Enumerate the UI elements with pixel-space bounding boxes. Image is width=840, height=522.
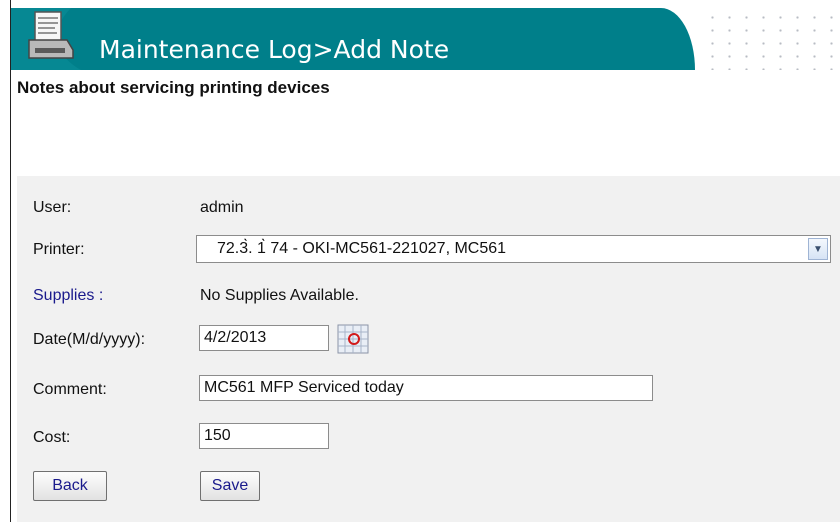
supplies-value: No Supplies Available.: [200, 287, 359, 304]
chevron-down-icon[interactable]: ▼: [808, 238, 828, 260]
user-value: admin: [200, 199, 244, 216]
back-button[interactable]: Back: [33, 471, 107, 501]
comment-input[interactable]: MC561 MFP Serviced today: [199, 375, 653, 401]
date-input[interactable]: 4/2/2013: [199, 325, 329, 351]
decorative-dot-pattern: [700, 8, 840, 70]
user-label: User:: [33, 199, 72, 216]
date-label: Date(M/d/yyyy):: [33, 331, 146, 348]
form-panel: [17, 176, 840, 522]
cost-label: Cost:: [33, 429, 71, 446]
save-button[interactable]: Save: [200, 471, 260, 501]
printer-selected-value: 72.3̀. 1̀ 74 - OKI-MC561-221027, MC561: [217, 240, 507, 257]
calendar-icon[interactable]: [337, 324, 369, 354]
printer-select[interactable]: 72.3̀. 1̀ 74 - OKI-MC561-221027, MC561 ▼: [196, 235, 831, 263]
supplies-link[interactable]: Supplies :: [33, 287, 103, 305]
printer-notepad-icon: [28, 11, 74, 59]
comment-label: Comment:: [33, 381, 107, 398]
header-banner: Maintenance Log>Add Note: [11, 8, 695, 70]
page-subtitle: Notes about servicing printing devices: [17, 78, 330, 97]
page-title: Maintenance Log>Add Note: [99, 35, 450, 64]
cost-input[interactable]: 150: [199, 423, 329, 449]
printer-label: Printer:: [33, 241, 85, 258]
